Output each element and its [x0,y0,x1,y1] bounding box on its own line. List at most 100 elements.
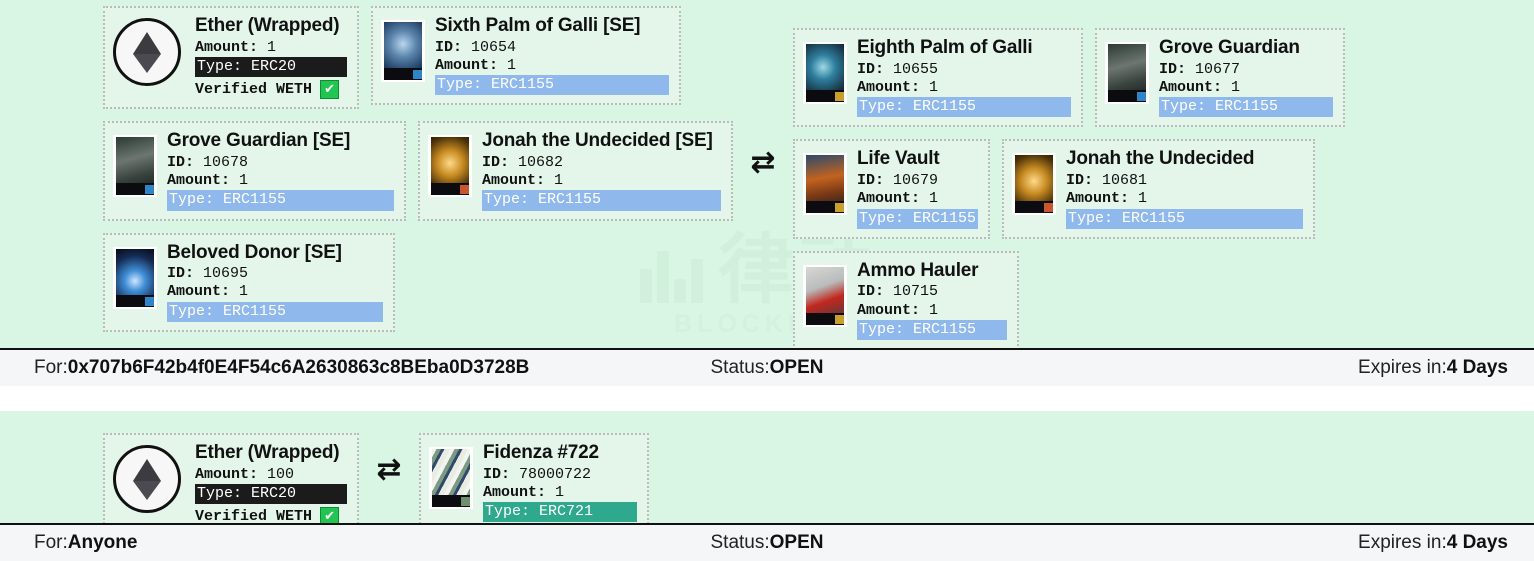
nft-rarity-tag-icon [460,185,469,195]
asset-type-label: Type: [485,503,531,521]
asset-type-badge: Type: ERC1155 [857,97,1071,118]
verified-token-label: Verified WETH [195,508,313,523]
asset-type-label: Type: [169,191,215,209]
nft-rarity-tag-icon [835,92,844,101]
asset-type-value: ERC1155 [1215,98,1279,116]
asset-amount-label: Amount: [435,56,499,74]
asset-row: Ammo Hauler ID: 10715 Amount: 1 Type: ERC11… [787,245,1351,348]
footer-for-label: For: [34,532,68,553]
footer-recipient: For:Anyone [34,532,137,554]
verified-token-label: Verified WETH [195,81,313,99]
eth-diamond-top-icon [133,32,161,54]
swap-direction-indicator: ⇄ [365,455,413,485]
asset-id-label: ID: [483,465,511,483]
verified-token-line: Verified WETH ✔ [195,80,347,100]
card-info: Fidenza #722 ID: 78000722 Amount: 1 Type: E… [483,442,637,523]
nft-thumbnail [803,42,847,104]
asset-type-badge: Type: ERC20 [195,56,347,78]
asset-type-badge: Type: ERC1155 [1159,97,1333,118]
asset-amount-label: Amount: [195,465,259,483]
asset-name: Fidenza #722 [483,442,599,463]
asset-id-line: ID: 78000722 [483,466,637,484]
trade-listing-root: 律动BLOCKBEATSEther (Wrapped)Amount: 1Type… [0,0,1534,561]
asset-name: Beloved Donor [SE] [167,241,342,263]
nft-card[interactable]: Sixth Palm of Galli [SE] ID: 10654 Amount:… [371,6,681,106]
card-info: Sixth Palm of Galli [SE] ID: 10654 Amount:… [435,15,669,96]
card-info: Jonah the Undecided ID: 10681 Amount: 1 Typ… [1066,149,1303,229]
asset-type-label: Type: [484,191,530,209]
asset-amount-line: Amount: 1 [857,79,1071,97]
footer-expires-label: Expires in: [1358,357,1447,378]
asset-amount-label: Amount: [1066,190,1130,208]
asset-amount-value: 1 [555,483,565,501]
asset-row: Eighth Palm of Galli ID: 10655 Amount: 1 Ty… [787,22,1351,133]
asset-amount-line: Amount: 1 [483,484,637,502]
nft-rarity-tag-icon [835,203,844,213]
requested-assets-wrap: Fidenza #722 ID: 78000722 Amount: 1 Type: E… [413,427,655,523]
asset-name: Ether (Wrapped) [195,15,340,36]
asset-id-value: 10677 [1195,60,1241,78]
eth-diamond-bottom-icon [133,54,161,73]
asset-row: Beloved Donor [SE] ID: 10695 Amount: 1 Type… [97,227,739,338]
asset-id-label: ID: [1159,60,1187,78]
asset-amount-line: Amount: 1 [857,190,978,208]
offered-assets: Ether (Wrapped) Amount: 100 Type: ERC20 Ver… [97,427,365,523]
asset-amount-value: 1 [1138,190,1148,208]
asset-type-badge: Type: ERC1155 [482,190,721,211]
token-card[interactable]: Ether (Wrapped) Amount: 1 Type: ERC20 Verif… [103,6,359,110]
nft-rarity-tag-icon [835,314,844,324]
asset-row: Fidenza #722 ID: 78000722 Amount: 1 Type: E… [413,427,655,523]
asset-type-label: Type: [169,302,215,320]
requested-assets-wrap: Eighth Palm of Galli ID: 10655 Amount: 1 Ty… [787,22,1351,348]
asset-amount-label: Amount: [857,301,921,319]
nft-thumbnail [803,153,847,216]
offered-assets-rows: Ether (Wrapped) Amount: 100 Type: ERC20 Ver… [97,427,365,523]
asset-amount-label: Amount: [195,38,259,56]
nft-rarity-tag-icon [1044,203,1053,213]
asset-id-value: 10654 [471,38,517,56]
trade-body: Ether (Wrapped) Amount: 1 Type: ERC20 Verif… [0,0,1534,348]
nft-thumbnail [803,264,847,327]
nft-card[interactable]: Life Vault ID: 10679 Amount: 1 Type: ERC115… [793,139,990,239]
asset-amount-value: 1 [267,38,277,56]
nft-card[interactable]: Eighth Palm of Galli ID: 10655 Amount: 1 Ty… [793,28,1083,128]
asset-type-badge: Type: ERC721 [483,502,637,523]
panel-separator [0,386,1534,411]
footer-status: Status:OPEN [710,357,823,379]
asset-type-badge: Type: ERC1155 [167,301,383,322]
requested-assets-rows: Eighth Palm of Galli ID: 10655 Amount: 1 Ty… [787,22,1351,348]
nft-card[interactable]: Jonah the Undecided ID: 10681 Amount: 1 Typ… [1002,139,1315,239]
nft-thumbnail [1105,42,1149,104]
status-badge: OPEN [769,357,824,378]
nft-thumbnail [381,20,425,82]
nft-card[interactable]: Beloved Donor [SE] ID: 10695 Amount: 1 Type… [103,232,395,332]
asset-amount-line: Amount: 1 [482,172,721,190]
footer-recipient: For:0x707b6F42b4f0E4F54c6A2630863c8BEba0… [34,357,529,379]
nft-card[interactable]: Grove Guardian ID: 10677 Amount: 1 Type: ER… [1095,28,1345,128]
asset-name: Jonah the Undecided [SE] [482,130,713,152]
nft-thumbnail [1012,153,1056,216]
asset-id-line: ID: 10682 [482,154,721,172]
footer-for-value: 0x707b6F42b4f0E4F54c6A2630863c8BEba0D372… [67,357,530,378]
offered-assets: Ether (Wrapped) Amount: 1 Type: ERC20 Verif… [97,0,739,338]
asset-id-label: ID: [167,153,195,171]
eth-diamond-top-icon [133,459,161,481]
asset-amount-value: 1 [507,56,517,74]
nft-card[interactable]: Ammo Hauler ID: 10715 Amount: 1 Type: ERC11… [793,250,1019,348]
asset-type-badge: Type: ERC1155 [857,208,978,229]
nft-card[interactable]: Fidenza #722 ID: 78000722 Amount: 1 Type: E… [419,433,649,523]
footer-expiry: Expires in:4 Days [1358,532,1508,554]
nft-card[interactable]: Grove Guardian [SE] ID: 10678 Amount: 1 Typ… [103,121,406,221]
asset-amount-line: Amount: 1 [1159,79,1333,97]
asset-type-value: ERC20 [251,484,297,502]
asset-amount-value: 1 [239,171,249,189]
nft-card[interactable]: Jonah the Undecided [SE] ID: 10682 Amount:… [418,121,733,221]
asset-id-line: ID: 10695 [167,265,383,283]
asset-id-value: 10681 [1102,171,1148,189]
trade-footer: For:0x707b6F42b4f0E4F54c6A2630863c8BEba0… [0,348,1534,386]
asset-name: Life Vault [857,148,940,170]
token-card[interactable]: Ether (Wrapped) Amount: 100 Type: ERC20 Ver… [103,433,359,523]
asset-amount-value: 100 [267,465,295,483]
asset-type-value: ERC1155 [913,320,977,338]
trade-body: Ether (Wrapped) Amount: 100 Type: ERC20 Ver… [0,411,1534,523]
